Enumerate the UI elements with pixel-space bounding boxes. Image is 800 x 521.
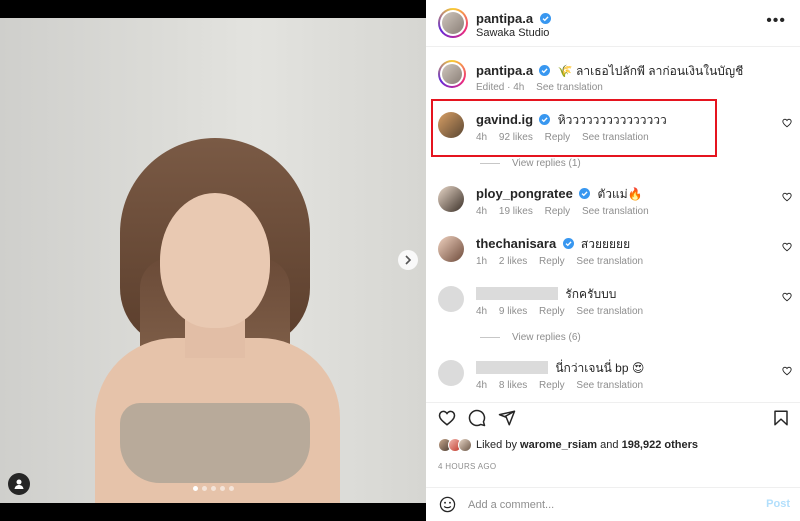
like-comment-heart-icon[interactable] [782,292,792,302]
reply-button[interactable]: Reply [545,206,571,217]
like-comment-heart-icon[interactable] [782,192,792,202]
post-media [0,0,426,521]
reply-button[interactable]: Reply [545,132,571,143]
reply-button[interactable]: Reply [539,256,565,267]
view-replies-link[interactable]: View replies (1) [480,158,581,169]
see-translation-link[interactable]: See translation [582,132,649,143]
comment-likes[interactable]: 92 likes [499,132,533,143]
bookmark-icon[interactable] [772,409,790,427]
comment-text: หิววววววววววววววว [557,113,667,127]
comment-time: 4h [476,132,488,143]
comment-avatar[interactable] [438,236,464,262]
post-photo [0,18,426,503]
like-comment-heart-icon[interactable] [782,366,792,376]
see-translation-link[interactable]: See translation [582,206,649,217]
comment-likes[interactable]: 19 likes [499,206,533,217]
comment-likes[interactable]: 2 likes [499,256,527,267]
more-options-icon[interactable]: ••• [766,13,786,29]
comment-avatar[interactable] [438,112,464,138]
comment-username[interactable]: gavind.ig [476,112,533,127]
comment-icon[interactable] [468,409,486,427]
post-comment-button[interactable]: Post [766,498,790,510]
comment-likes[interactable]: 9 likes [499,306,527,317]
reply-button[interactable]: Reply [539,380,565,391]
carousel-next-button[interactable] [398,250,418,270]
comment-time: 4h [476,380,488,391]
emoji-icon[interactable] [439,496,456,513]
comment-text: สวยยยยย [580,237,631,251]
tagged-users-button[interactable] [8,473,30,495]
post-side-panel: pantipa.a Sawaka Studio ••• pantipa.a 🌾 … [426,0,800,521]
see-translation-link[interactable]: See translation [536,82,603,93]
author-avatar[interactable] [438,8,468,38]
post-header: pantipa.a Sawaka Studio ••• [426,0,800,47]
carousel-dot [210,486,216,491]
add-comment-input[interactable] [468,496,738,514]
comment-username[interactable]: ploy_pongratee [476,186,573,201]
author-username[interactable]: pantipa.a [476,11,533,26]
photo-garment [120,403,310,483]
comment-time: 1h [476,256,488,267]
heart-icon[interactable] [438,409,456,427]
caption-avatar[interactable] [438,60,466,88]
likes-count-link[interactable]: 198,922 others [622,439,698,451]
view-replies-link[interactable]: View replies (6) [480,332,581,343]
comment-time: 4h [476,206,488,217]
comment-text: นี่กว่าเจนนี่ bp 😍 [555,361,645,375]
liker-avatar [458,438,472,452]
redacted-username [476,287,558,300]
comment-text: รักครับบบ [565,287,617,301]
share-icon[interactable] [498,409,516,427]
caption-text: 🌾 ลาเธอไปลักพี ลาก่อนเงินในบัญชี [557,64,744,78]
liked-by-label: Liked by [476,439,517,451]
verified-badge-icon [539,13,551,24]
likes-summary: Liked by warome_rsiam and 198,922 others [438,438,698,452]
liked-by-connector: and [600,439,619,451]
carousel-dot [219,486,225,491]
reply-button[interactable]: Reply [539,306,565,317]
liker-username[interactable]: warome_rsiam [520,439,597,451]
like-comment-heart-icon[interactable] [782,118,792,128]
post-time[interactable]: 4 HOURS AGO [438,462,496,471]
see-translation-link[interactable]: See translation [576,380,643,391]
comment-avatar[interactable] [438,360,464,386]
see-translation-link[interactable]: See translation [576,256,643,267]
post-action-bar [426,402,800,432]
comment-time: 4h [476,306,488,317]
user-icon [14,479,24,489]
verified-badge-icon [539,65,551,76]
see-translation-link[interactable]: See translation [576,306,643,317]
carousel-dot [192,486,198,491]
caption-username[interactable]: pantipa.a [476,63,533,78]
carousel-dot [201,486,207,491]
comment-username[interactable]: thechanisara [476,236,556,251]
comment-composer: Post [426,487,800,521]
comment-avatar[interactable] [438,186,464,212]
verified-badge-icon [579,188,591,199]
carousel-dot [228,486,234,491]
carousel-dots [0,486,426,491]
comment-likes[interactable]: 8 likes [499,380,527,391]
verified-badge-icon [562,238,574,249]
comment-text: ตัวแม่🔥 [597,187,643,201]
chevron-right-icon [405,255,412,265]
post-location[interactable]: Sawaka Studio [476,27,549,39]
redacted-username [476,361,548,374]
verified-badge-icon [539,114,551,125]
like-comment-heart-icon[interactable] [782,242,792,252]
photo-face [160,193,270,328]
caption-edited: Edited · 4h [476,82,525,93]
comment-avatar[interactable] [438,286,464,312]
